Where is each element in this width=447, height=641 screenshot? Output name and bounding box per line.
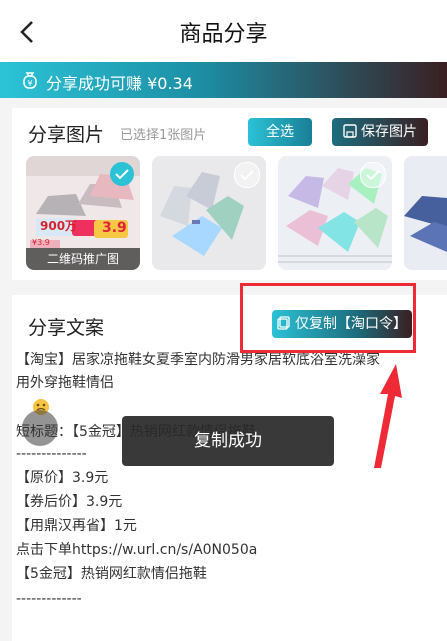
promo-price-sub: ¥3.9 [32, 238, 50, 247]
earn-text: 分享成功可赚 ¥0.34 [46, 74, 193, 93]
product-image-2[interactable] [152, 156, 266, 270]
copy-line-9: 【5金冠】热销网红款情侣拖鞋 [16, 566, 207, 582]
money-bag-icon: ¥ [23, 72, 37, 89]
qr-promo-label: 二维码推广图 [26, 248, 140, 270]
share-copy-title: 分享文案 [28, 317, 105, 339]
share-images-title: 分享图片 [28, 124, 105, 146]
save-images-label: 保存图片 [361, 124, 417, 140]
product-image-4-art [404, 156, 447, 270]
header: 商品分享 [0, 0, 447, 62]
copy-success-toast: 复制成功 [122, 416, 334, 466]
earn-banner: ¥ 分享成功可赚 ¥0.34 [0, 62, 447, 98]
copy-line-10: ------------- [16, 591, 82, 607]
annotation-box [240, 283, 416, 353]
copy-line-7: 【用鼎汉再省】1元 [16, 518, 137, 534]
copy-line-2: 用外穿拖鞋情侣 [16, 375, 114, 391]
annotation-arrow-icon [374, 364, 402, 468]
unchecked-icon[interactable] [234, 162, 260, 188]
unchecked-icon[interactable] [360, 162, 386, 188]
save-icon [343, 124, 357, 138]
promo-price-tag: 3.9 [102, 220, 127, 236]
product-image-3[interactable] [278, 156, 392, 270]
product-image-1[interactable]: 900万 3.9 ¥3.9 二维码推广图 [26, 156, 140, 270]
copy-line-1: 【淘宝】居家凉拖鞋女夏季室内防滑男家居软底浴室洗澡家 [16, 352, 380, 368]
checkmark-icon[interactable] [110, 162, 134, 186]
product-image-4[interactable] [404, 156, 447, 270]
share-images-card: 分享图片 已选择1张图片 全选 保存图片 900万 3.9 ¥3.9 二维码推广… [12, 108, 447, 280]
page-title: 商品分享 [179, 22, 268, 47]
selected-count: 已选择1张图片 [120, 128, 207, 143]
copy-line-5: 【原价】3.9元 [16, 470, 109, 486]
promo-price-big: 900万 [40, 219, 78, 233]
select-all-button[interactable]: 全选 [248, 118, 312, 146]
copy-line-6: 【券后价】3.9元 [16, 494, 123, 510]
save-images-button[interactable]: 保存图片 [332, 118, 428, 146]
svg-text:¥: ¥ [27, 79, 32, 88]
copy-line-8: 点击下单https://w.url.cn/s/A0N050a [16, 542, 258, 558]
